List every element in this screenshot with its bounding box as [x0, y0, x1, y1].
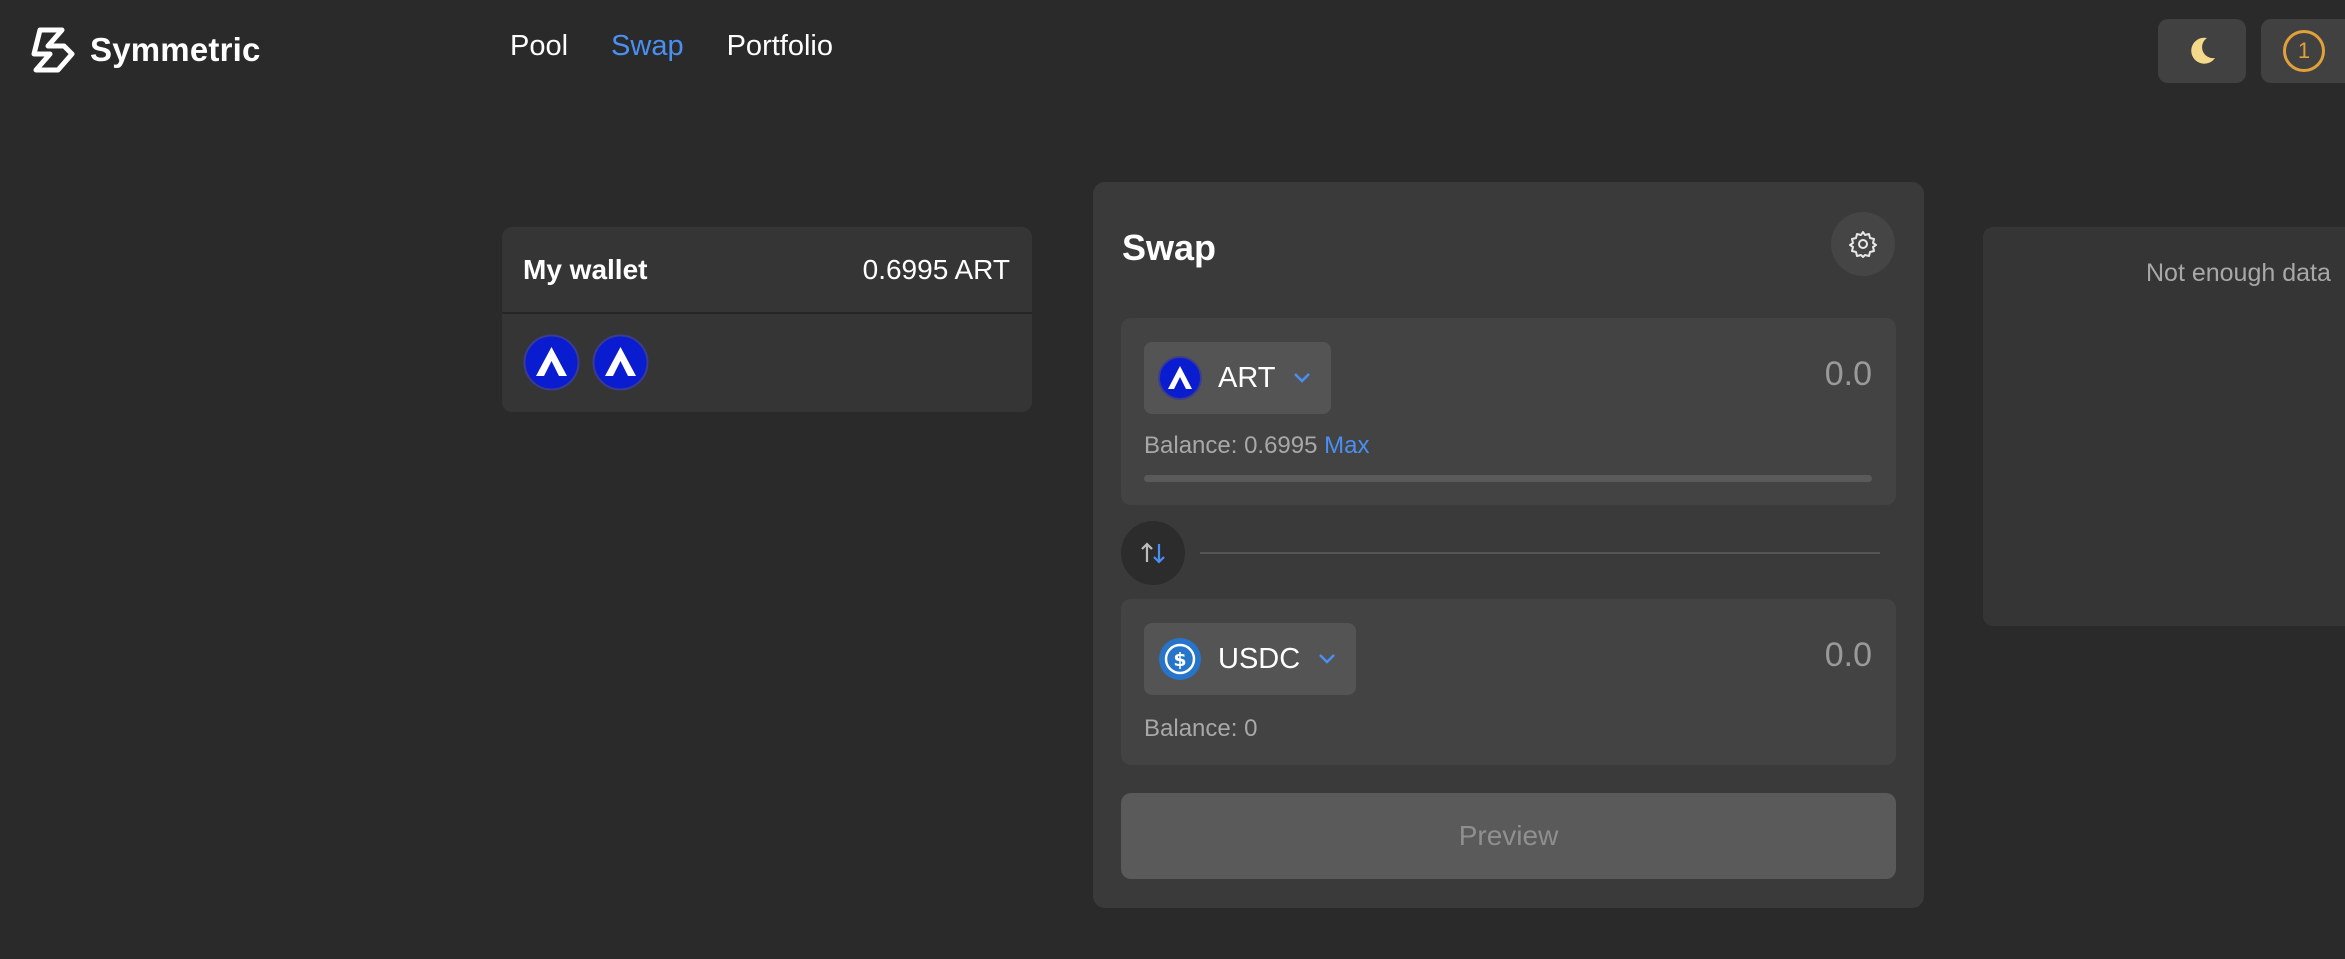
switch-tokens-button[interactable]	[1121, 521, 1185, 585]
max-button[interactable]: Max	[1324, 432, 1369, 459]
nav-swap[interactable]: Swap	[611, 30, 684, 63]
moon-icon	[2191, 37, 2215, 64]
account-badge: 1	[2283, 30, 2325, 72]
account-button[interactable]: 1	[2261, 19, 2345, 83]
wallet-balance: 0.6995 ART	[862, 253, 1010, 285]
logo[interactable]: Symmetric	[26, 24, 261, 76]
svg-text:$: $	[1173, 649, 1186, 671]
swap-arrows-icon	[1141, 542, 1165, 564]
nav-portfolio[interactable]: Portfolio	[727, 30, 833, 63]
preview-button[interactable]: Preview	[1121, 793, 1896, 879]
from-token-box: ART 0.0 Balance: 0.6995 Max	[1121, 318, 1896, 505]
from-token-select[interactable]: ART	[1144, 342, 1332, 414]
amount-slider[interactable]	[1144, 475, 1872, 482]
art-token-icon[interactable]	[592, 334, 649, 391]
to-token-symbol: USDC	[1218, 642, 1301, 675]
symmetric-logo-icon	[31, 27, 75, 73]
price-chart-card: Not enough data	[1983, 227, 2345, 626]
top-header: Symmetric Pool Swap Portfolio 1	[0, 0, 2345, 102]
wallet-title: My wallet	[523, 253, 648, 285]
gear-icon	[1849, 231, 1877, 258]
swap-card: Swap ART 0.0 Balance: 0.6995 Max $ USDC …	[1093, 182, 1924, 908]
settings-button[interactable]	[1831, 212, 1895, 276]
art-token-icon	[1158, 356, 1202, 400]
swap-title: Swap	[1122, 227, 1217, 268]
usdc-token-icon: $	[1159, 638, 1201, 680]
to-amount-input[interactable]: 0.0	[1825, 636, 1872, 675]
divider	[1200, 552, 1880, 554]
app-page: Symmetric Pool Swap Portfolio 1 My walle…	[0, 0, 2345, 959]
chevron-down-icon	[1294, 373, 1311, 383]
to-token-box: $ USDC 0.0 Balance: 0	[1121, 599, 1896, 765]
from-token-symbol: ART	[1218, 361, 1276, 394]
wallet-card: My wallet 0.6995 ART	[502, 227, 1032, 412]
from-balance: Balance: 0.6995 Max	[1144, 432, 1370, 460]
to-token-select[interactable]: $ USDC	[1144, 623, 1357, 695]
wallet-token-list	[502, 314, 1032, 391]
to-balance: Balance: 0	[1144, 715, 1258, 742]
logo-text: Symmetric	[90, 31, 261, 68]
nav-pool[interactable]: Pool	[510, 30, 568, 63]
chart-empty-message: Not enough data	[2146, 259, 2331, 287]
from-balance-text: Balance: 0.6995	[1144, 432, 1318, 459]
from-amount-input[interactable]: 0.0	[1825, 355, 1872, 394]
theme-toggle-button[interactable]	[2158, 19, 2246, 83]
wallet-header: My wallet 0.6995 ART	[502, 227, 1032, 314]
main-nav: Pool Swap Portfolio	[510, 30, 833, 63]
chevron-down-icon	[1319, 654, 1336, 664]
art-token-icon[interactable]	[523, 334, 580, 391]
